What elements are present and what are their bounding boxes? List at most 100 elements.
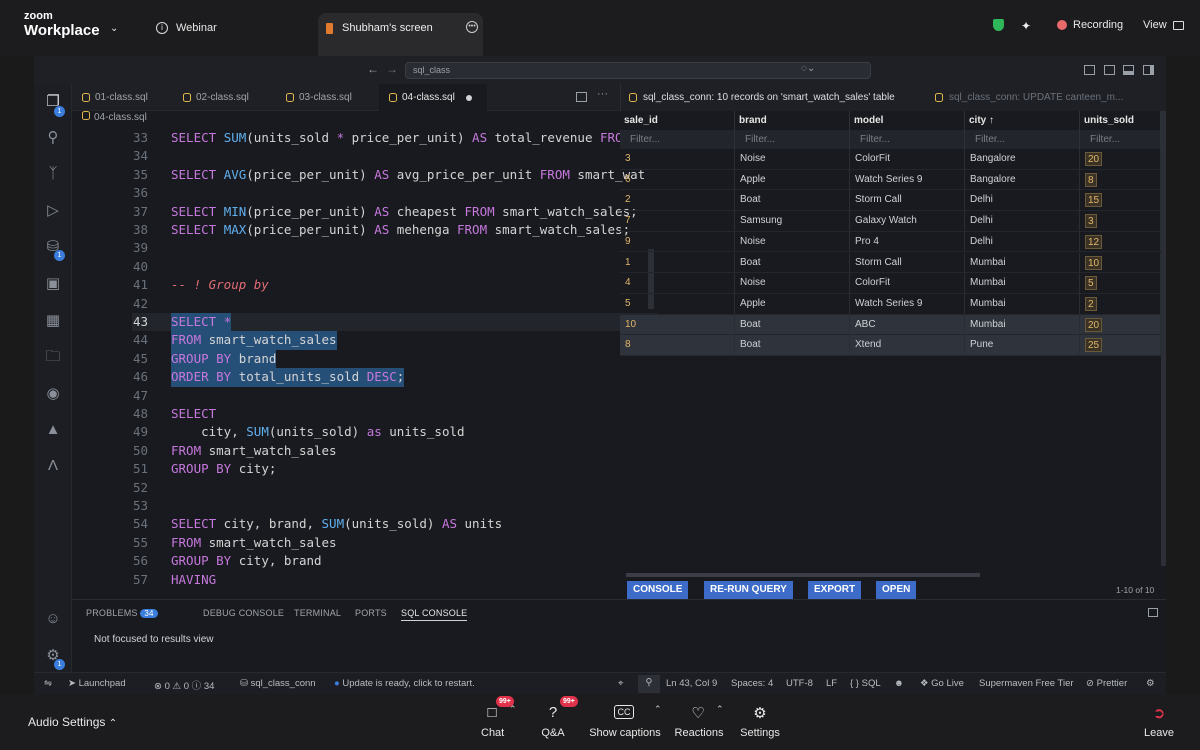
rerun-query-button[interactable]: RE-RUN QUERY: [704, 581, 793, 599]
tab-03-class[interactable]: 03-class.sql: [276, 84, 379, 111]
table-cell[interactable]: Boat: [735, 314, 850, 336]
table-cell[interactable]: 10: [620, 314, 735, 336]
back-arrow-icon[interactable]: ←: [367, 62, 379, 76]
code-line[interactable]: 44 FROM smart_watch_sales: [72, 331, 620, 350]
table-cell[interactable]: Pro 4: [850, 231, 965, 253]
table-cell[interactable]: 4: [620, 273, 735, 294]
table-cell[interactable]: 10: [1080, 252, 1161, 274]
supermaven-icon[interactable]: Λ: [43, 456, 63, 476]
recording-indicator[interactable]: Recording: [1057, 19, 1123, 31]
code-line[interactable]: 48 SELECT: [72, 405, 620, 423]
table-cell[interactable]: Watch Series 9: [850, 169, 965, 191]
supermaven-status[interactable]: Supermaven Free Tier: [979, 678, 1074, 689]
forward-arrow-icon[interactable]: →: [386, 62, 398, 76]
search-icon[interactable]: ⚲: [43, 128, 63, 148]
vertical-scrollbar[interactable]: [1161, 111, 1166, 566]
column-filter-input[interactable]: Filter...: [620, 130, 735, 149]
unsaved-dot-icon[interactable]: [465, 94, 472, 101]
table-cell[interactable]: Mumbai: [965, 273, 1080, 294]
table-cell[interactable]: 6: [620, 169, 735, 191]
table-cell[interactable]: Mumbai: [965, 314, 1080, 336]
toggle-secondary-sidebar-icon[interactable]: [1143, 65, 1154, 75]
code-line[interactable]: 56 GROUP BY city, brand: [72, 552, 620, 570]
extensions-icon[interactable]: ▦: [43, 311, 63, 331]
column-header[interactable]: city ↑: [965, 111, 1080, 130]
end-of-line[interactable]: LF: [826, 678, 837, 689]
table-cell[interactable]: 12: [1080, 231, 1161, 253]
problems-status[interactable]: ⊗ 0 ⚠ 0 ⓘ 34: [154, 678, 214, 692]
column-filter-input[interactable]: Filter...: [965, 130, 1080, 149]
results-tab-update[interactable]: sql_class_conn: UPDATE canteen_m...: [927, 84, 1166, 111]
table-cell[interactable]: Xtend: [850, 335, 965, 356]
code-line[interactable]: 55 FROM smart_watch_sales: [72, 534, 620, 552]
tab-04-class[interactable]: 04-class.sql: [379, 84, 487, 111]
table-cell[interactable]: Bangalore: [965, 149, 1080, 170]
table-row[interactable]: 8 Boat Xtend Pune 25: [620, 335, 1161, 356]
table-cell[interactable]: Mumbai: [965, 293, 1080, 315]
git-graph-icon[interactable]: ◉: [43, 384, 63, 404]
tab-terminal[interactable]: TERMINAL: [294, 608, 341, 618]
screen-share-tab[interactable]: Shubham's screen •••: [318, 13, 483, 56]
code-line[interactable]: 41 -- ! Group by: [72, 276, 620, 294]
feedback-icon[interactable]: ☻: [894, 678, 904, 689]
tab-02-class[interactable]: 02-class.sql: [173, 84, 276, 111]
breadcrumb[interactable]: 04-class.sql: [82, 111, 147, 123]
table-cell[interactable]: ColorFit: [850, 273, 965, 294]
audio-settings-button[interactable]: Audio Settings ⌃: [28, 715, 117, 729]
connection-status[interactable]: ⛁ sql_class_conn: [240, 678, 316, 689]
table-row[interactable]: 2 Boat Storm Call Delhi 15: [620, 190, 1161, 212]
brand-menu-button[interactable]: ⌄: [110, 13, 118, 43]
table-row[interactable]: 6 Apple Watch Series 9 Bangalore 8: [620, 169, 1161, 191]
copilot-icon[interactable]: ◌⌄: [801, 63, 815, 74]
code-line[interactable]: 40: [72, 258, 620, 276]
code-line[interactable]: 51 GROUP BY city;: [72, 460, 620, 478]
horizontal-scrollbar[interactable]: [626, 573, 980, 577]
cursor-position[interactable]: Ln 43, Col 9: [666, 678, 717, 689]
chat-chevron-icon[interactable]: ⌃: [509, 704, 517, 715]
table-cell[interactable]: 5: [1080, 273, 1161, 294]
launchpad-item[interactable]: ➤ Launchpad: [68, 678, 126, 689]
reactions-chevron-icon[interactable]: ⌃: [716, 704, 724, 715]
remote-icon[interactable]: ⇋: [44, 678, 52, 689]
update-notice[interactable]: ● Update is ready, click to restart.: [334, 678, 475, 689]
run-debug-icon[interactable]: ▷: [43, 201, 63, 221]
code-line[interactable]: 54 SELECT city, brand, SUM(units_sold) AS…: [72, 515, 620, 533]
security-shield-icon[interactable]: [993, 19, 1004, 31]
table-cell[interactable]: 8: [1080, 169, 1161, 191]
toggle-panel-icon[interactable]: [1104, 65, 1115, 75]
code-line[interactable]: 37 SELECT MIN(price_per_unit) AS cheapest…: [72, 203, 638, 221]
table-row[interactable]: 3 Noise ColorFit Bangalore 20: [620, 149, 1161, 170]
table-cell[interactable]: 25: [1080, 335, 1161, 356]
table-cell[interactable]: Delhi: [965, 211, 1080, 232]
code-line[interactable]: 35 SELECT AVG(price_per_unit) AS avg_pric…: [72, 166, 645, 184]
code-line[interactable]: 43 SELECT *: [72, 313, 620, 332]
column-header[interactable]: units_sold: [1080, 111, 1161, 130]
code-line[interactable]: 49 city, SUM(units_sold) as units_sold: [72, 423, 620, 441]
source-control-icon[interactable]: ᛉ: [43, 164, 63, 184]
table-cell[interactable]: 2: [620, 190, 735, 212]
ai-companion-icon[interactable]: ✦: [1021, 19, 1031, 33]
table-cell[interactable]: ColorFit: [850, 149, 965, 170]
table-cell[interactable]: Bangalore: [965, 169, 1080, 191]
code-line[interactable]: 53: [72, 497, 620, 515]
table-cell[interactable]: 20: [1080, 314, 1161, 336]
table-cell[interactable]: Storm Call: [850, 190, 965, 212]
column-filter-input[interactable]: Filter...: [1080, 130, 1161, 149]
webinar-info-button[interactable]: i Webinar: [156, 13, 217, 43]
table-cell[interactable]: Noise: [735, 149, 850, 170]
column-header[interactable]: sale_id: [620, 111, 735, 130]
code-line[interactable]: 38 SELECT MAX(price_per_unit) AS mehenga …: [72, 221, 630, 239]
table-cell[interactable]: 7: [620, 211, 735, 232]
code-line[interactable]: 46 ORDER BY total_units_sold DESC;: [72, 368, 620, 387]
notifications-bell-icon[interactable]: ⚙: [1146, 678, 1155, 689]
column-filter-input[interactable]: Filter...: [735, 130, 850, 149]
table-row[interactable]: 5 Apple Watch Series 9 Mumbai 2: [620, 293, 1161, 315]
table-cell[interactable]: 20: [1080, 149, 1161, 170]
results-grid[interactable]: sale_id Filter... brand Filter... model Filte…: [620, 111, 1166, 566]
table-cell[interactable]: Boat: [735, 252, 850, 274]
toggle-bottom-panel-icon[interactable]: [1123, 65, 1134, 75]
go-live-button[interactable]: ❖ Go Live: [920, 678, 964, 689]
code-line[interactable]: 33 SELECT SUM(units_sold * price_per_unit…: [72, 129, 645, 147]
toggle-sidebar-icon[interactable]: [1084, 65, 1095, 75]
view-menu-button[interactable]: View: [1143, 19, 1184, 31]
